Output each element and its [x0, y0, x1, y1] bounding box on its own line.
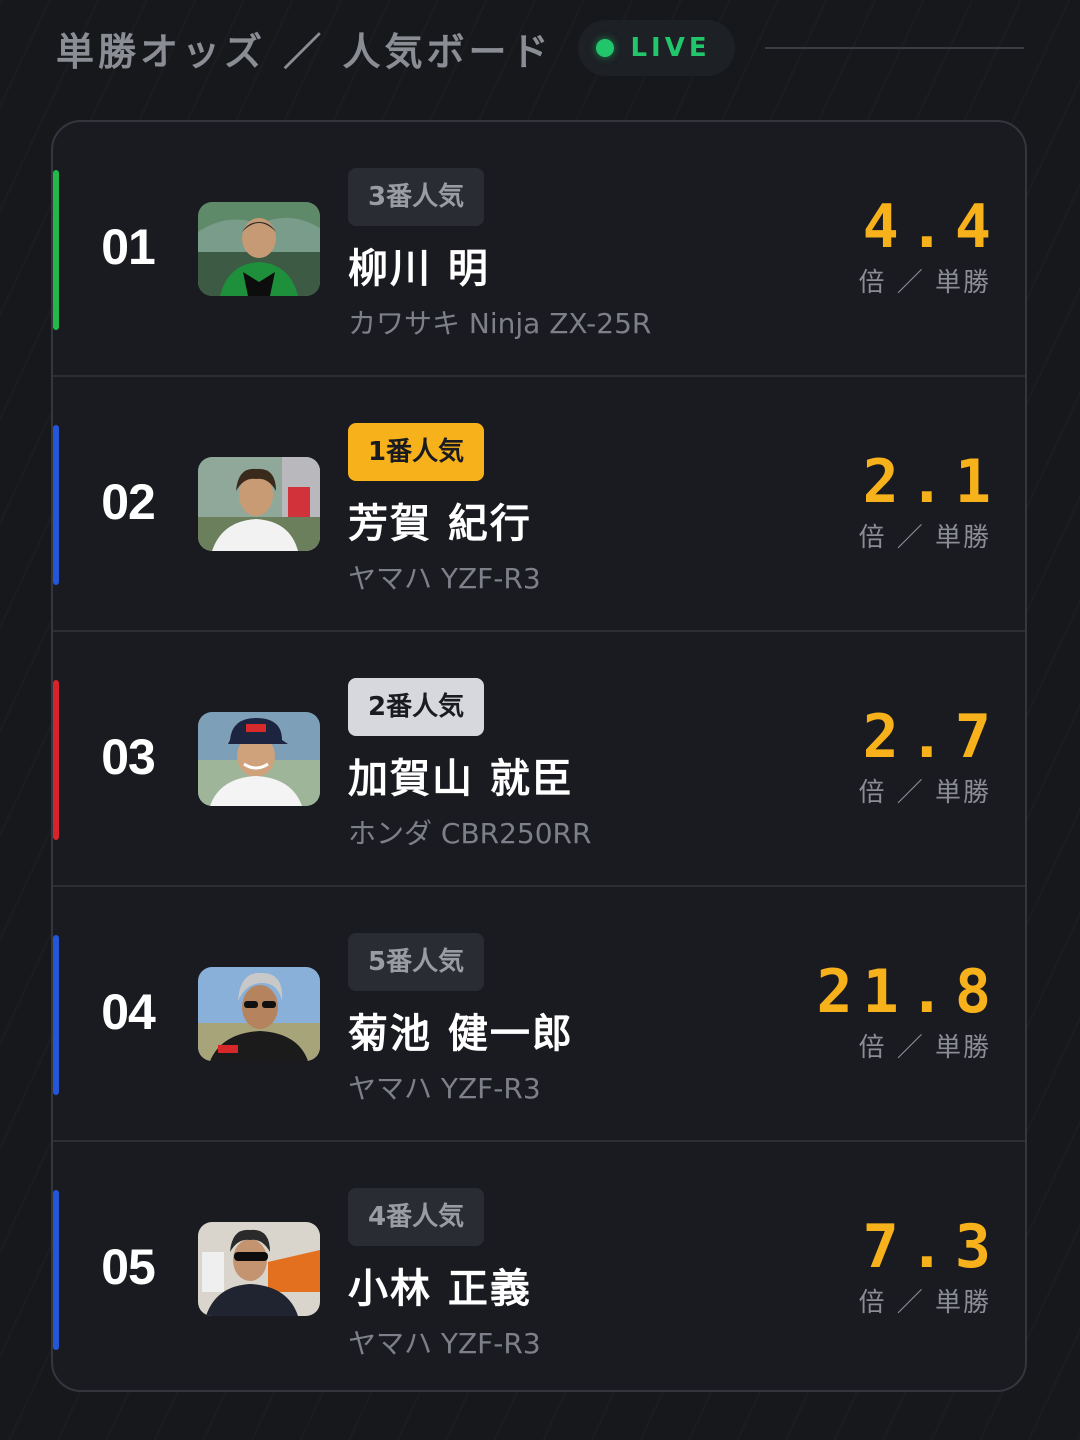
team-color-bar: [53, 425, 59, 585]
odds-unit-label: 倍 ／ 単勝: [858, 523, 991, 553]
live-label: LIVE: [630, 33, 711, 63]
team-color-bar: [53, 680, 59, 840]
rider-row[interactable]: 04 5番人気 菊池 健一郎 ヤマハ YZF-R3 21.8 倍 ／ 単勝: [53, 887, 1025, 1142]
rider-row[interactable]: 01 3番人気 柳川 明 カワサキ Ninja ZX-25R 4.4 倍 ／ 単…: [53, 122, 1025, 377]
rider-portrait-icon: [198, 1222, 320, 1316]
win-odds: 7.3: [862, 1212, 1001, 1282]
rider-machine: カワサキ Ninja ZX-25R: [348, 307, 652, 340]
rider-portrait-icon: [198, 712, 320, 806]
odds-unit-label: 倍 ／ 単勝: [858, 268, 991, 298]
rider-photo: [198, 712, 320, 806]
rider-name: 芳賀 紀行: [348, 501, 532, 547]
rider-name: 小林 正義: [348, 1266, 532, 1312]
popularity-badge: 2番人気: [348, 678, 485, 736]
win-odds: 2.7: [862, 702, 1001, 772]
odds-unit-label: 倍 ／ 単勝: [858, 778, 991, 808]
live-dot-icon: [596, 39, 615, 57]
team-color-bar: [53, 170, 59, 330]
odds-unit-label: 倍 ／ 単勝: [858, 1033, 991, 1063]
popularity-badge: 4番人気: [348, 1188, 485, 1246]
rider-portrait-icon: [198, 457, 320, 551]
win-odds: 21.8: [816, 957, 1001, 1027]
win-odds: 2.1: [862, 447, 1001, 517]
rider-machine: ヤマハ YZF-R3: [348, 1072, 541, 1105]
rider-photo: [198, 202, 320, 296]
rider-row[interactable]: 03 2番人気 加賀山 就臣 ホンダ CBR250RR 2.7 倍 ／ 単勝: [53, 632, 1025, 887]
rider-row[interactable]: 02 1番人気 芳賀 紀行 ヤマハ YZF-R3 2.1 倍 ／ 単勝: [53, 377, 1025, 632]
page-title: 単勝オッズ ／ 人気ボード: [56, 29, 553, 74]
live-indicator: LIVE: [578, 20, 735, 76]
popularity-badge: 5番人気: [348, 933, 485, 991]
rider-name: 菊池 健一郎: [348, 1011, 574, 1057]
rider-machine: ホンダ CBR250RR: [348, 817, 592, 850]
rider-number: 04: [101, 984, 156, 1040]
rider-number: 03: [101, 729, 156, 785]
rider-machine: ヤマハ YZF-R3: [348, 1327, 541, 1360]
rider-number: 01: [101, 219, 156, 275]
rider-number: 02: [101, 474, 156, 530]
team-color-bar: [53, 1190, 59, 1350]
win-odds: 4.4: [862, 192, 1001, 262]
rider-machine: ヤマハ YZF-R3: [348, 562, 541, 595]
rider-row[interactable]: 05 4番人気 小林 正義 ヤマハ YZF-R3 7.3 倍 ／ 単勝: [53, 1142, 1025, 1390]
rider-portrait-icon: [198, 202, 320, 296]
rider-portrait-icon: [198, 967, 320, 1061]
board-header: 単勝オッズ ／ 人気ボード LIVE: [56, 18, 1024, 78]
odds-board: 01 3番人気 柳川 明 カワサキ Ninja ZX-25R 4.4 倍 ／ 単…: [51, 120, 1027, 1392]
rider-photo: [198, 967, 320, 1061]
popularity-badge: 1番人気: [348, 423, 485, 481]
popularity-badge: 3番人気: [348, 168, 485, 226]
rider-name: 加賀山 就臣: [348, 756, 574, 802]
team-color-bar: [53, 935, 59, 1095]
rider-photo: [198, 457, 320, 551]
rider-name: 柳川 明: [348, 246, 490, 292]
odds-unit-label: 倍 ／ 単勝: [858, 1288, 991, 1318]
rider-photo: [198, 1222, 320, 1316]
rider-number: 05: [101, 1239, 156, 1295]
header-divider: [764, 47, 1024, 49]
